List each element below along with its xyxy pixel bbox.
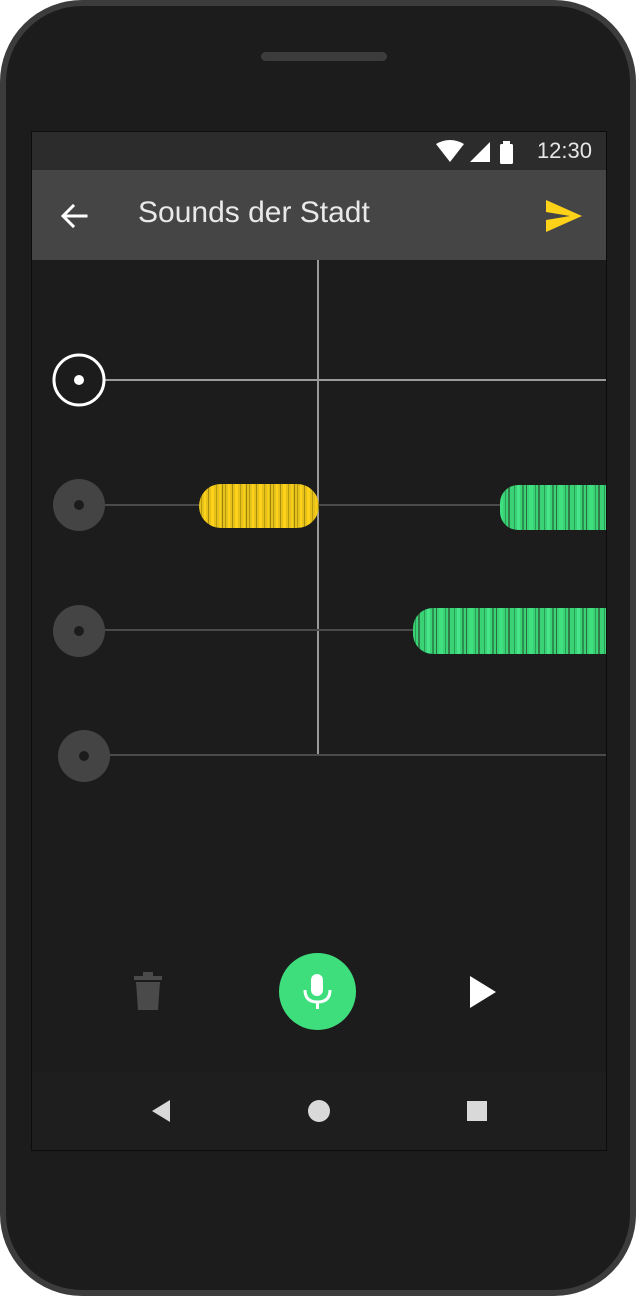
- nav-back-icon[interactable]: [148, 1098, 174, 1124]
- wifi-icon: [436, 140, 464, 162]
- app-bar: Sounds der Stadt: [32, 170, 606, 260]
- sound-clip-green-1[interactable]: [500, 485, 606, 530]
- battery-icon: [500, 141, 513, 164]
- track-1-selector[interactable]: [52, 353, 106, 407]
- track-4-selector[interactable]: [58, 730, 110, 782]
- send-icon[interactable]: [544, 196, 584, 236]
- playback-controls: [32, 932, 606, 1052]
- signal-icon: [470, 142, 490, 162]
- phone-speaker: [261, 52, 387, 61]
- page-title: Sounds der Stadt: [138, 196, 370, 229]
- nav-recents-icon[interactable]: [466, 1100, 488, 1122]
- sound-clip-green-2[interactable]: [413, 608, 606, 654]
- microphone-icon: [303, 974, 332, 1009]
- play-icon[interactable]: [466, 974, 498, 1010]
- app-screen: 12:30 Sounds der Stadt: [31, 131, 607, 1151]
- track-timeline: [52, 260, 606, 782]
- status-time: 12:30: [536, 138, 592, 163]
- back-arrow-icon[interactable]: [56, 198, 92, 234]
- system-nav-bar: [32, 1072, 606, 1150]
- record-button[interactable]: [279, 953, 356, 1030]
- nav-home-icon[interactable]: [307, 1099, 331, 1123]
- sound-clip-yellow[interactable]: [199, 484, 319, 528]
- track-3-selector[interactable]: [53, 605, 105, 657]
- trash-icon[interactable]: [130, 972, 166, 1012]
- status-bar: 12:30: [32, 132, 606, 170]
- track-2-selector[interactable]: [53, 479, 105, 531]
- status-icons: [436, 140, 513, 164]
